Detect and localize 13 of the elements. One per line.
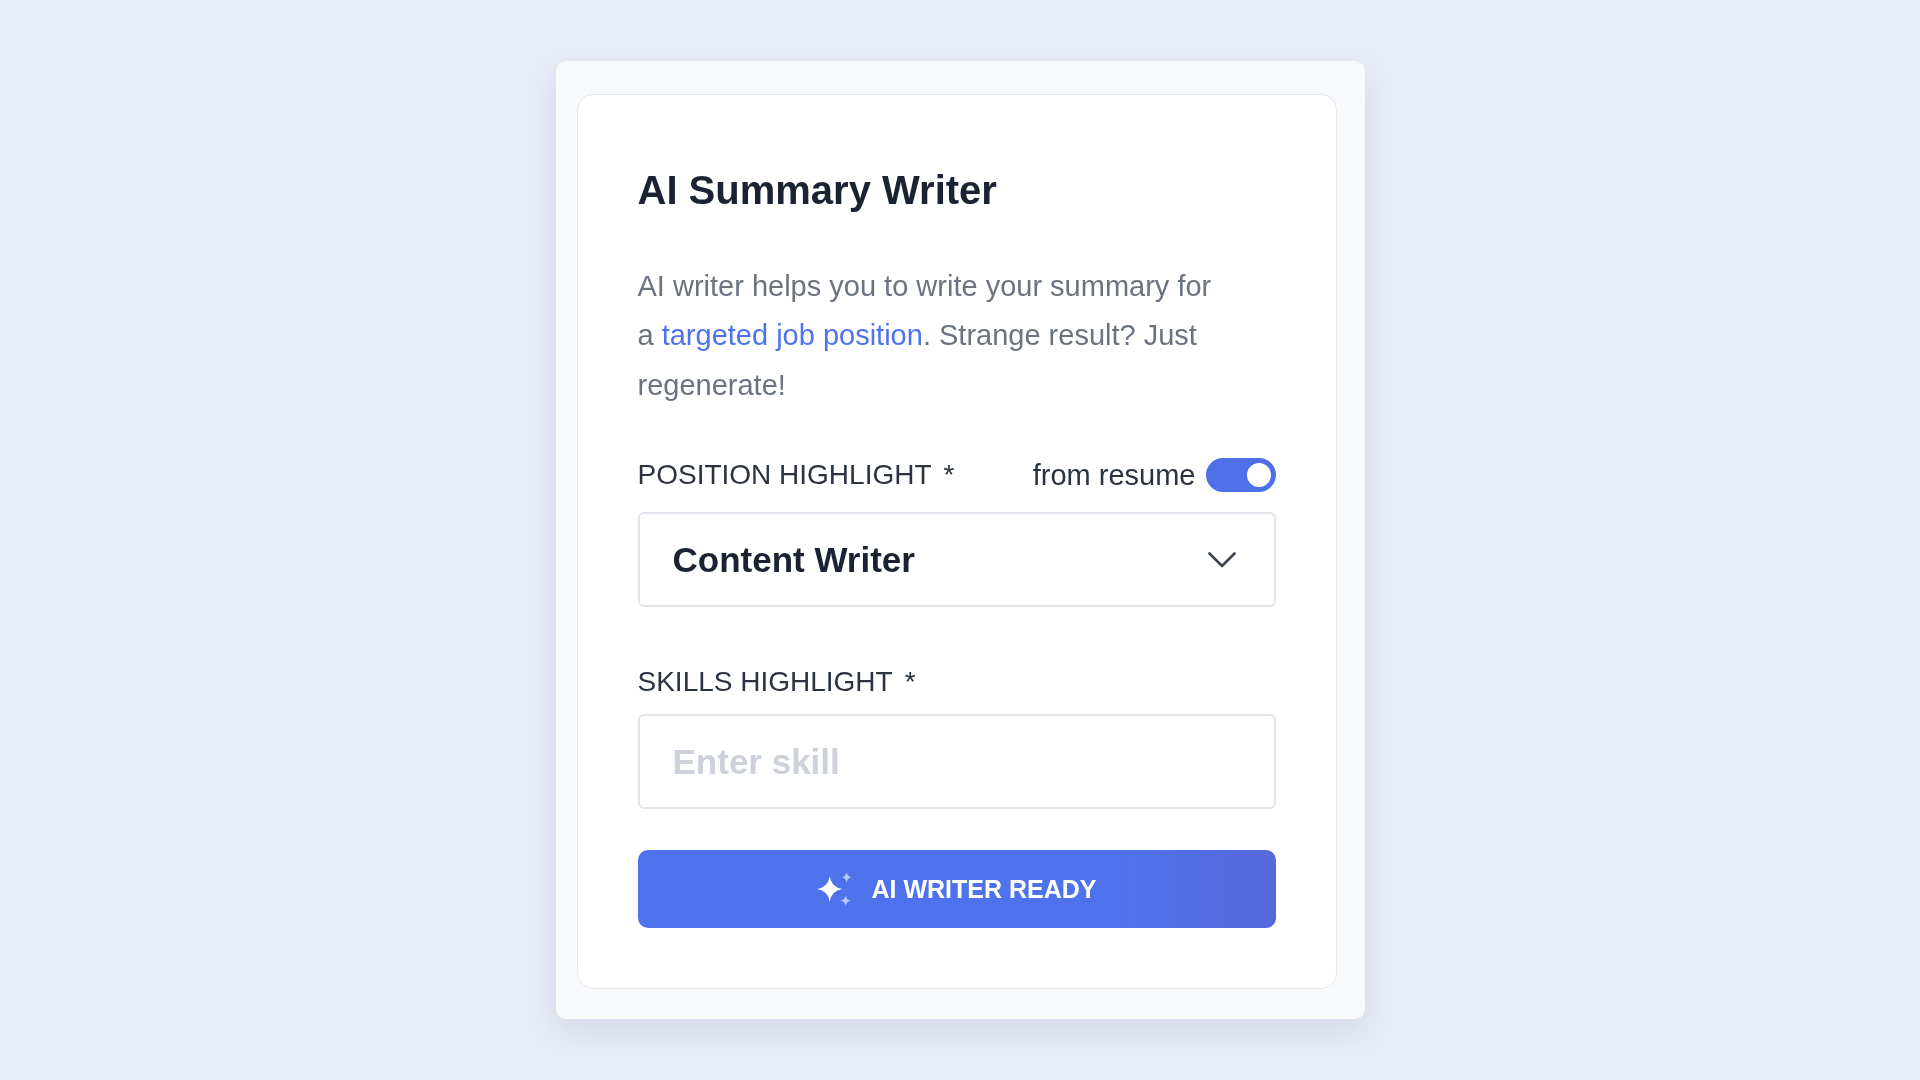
position-select[interactable]: Content Writer [637, 512, 1276, 608]
field-label: SKILLS HIGHLIGHT [637, 665, 893, 700]
required-mark: * [904, 665, 916, 700]
description-text: AI writer helps you to write your summary for a targeted job position. Strange result? Just regenerate! [637, 268, 1213, 403]
field-label: POSITION HIGHLIGHT [637, 458, 932, 493]
card-title: AI Summary Writer [637, 166, 998, 214]
ai-writer-button[interactable]: AI WRITER READY [637, 850, 1276, 929]
sparkle-icon [816, 872, 852, 907]
required-mark: * [943, 458, 955, 493]
chevron-down-icon [1207, 551, 1236, 568]
toggle-switch[interactable] [1205, 458, 1276, 493]
toggle-label: from resume [1032, 458, 1196, 493]
text-link[interactable]: targeted job position [661, 319, 923, 352]
